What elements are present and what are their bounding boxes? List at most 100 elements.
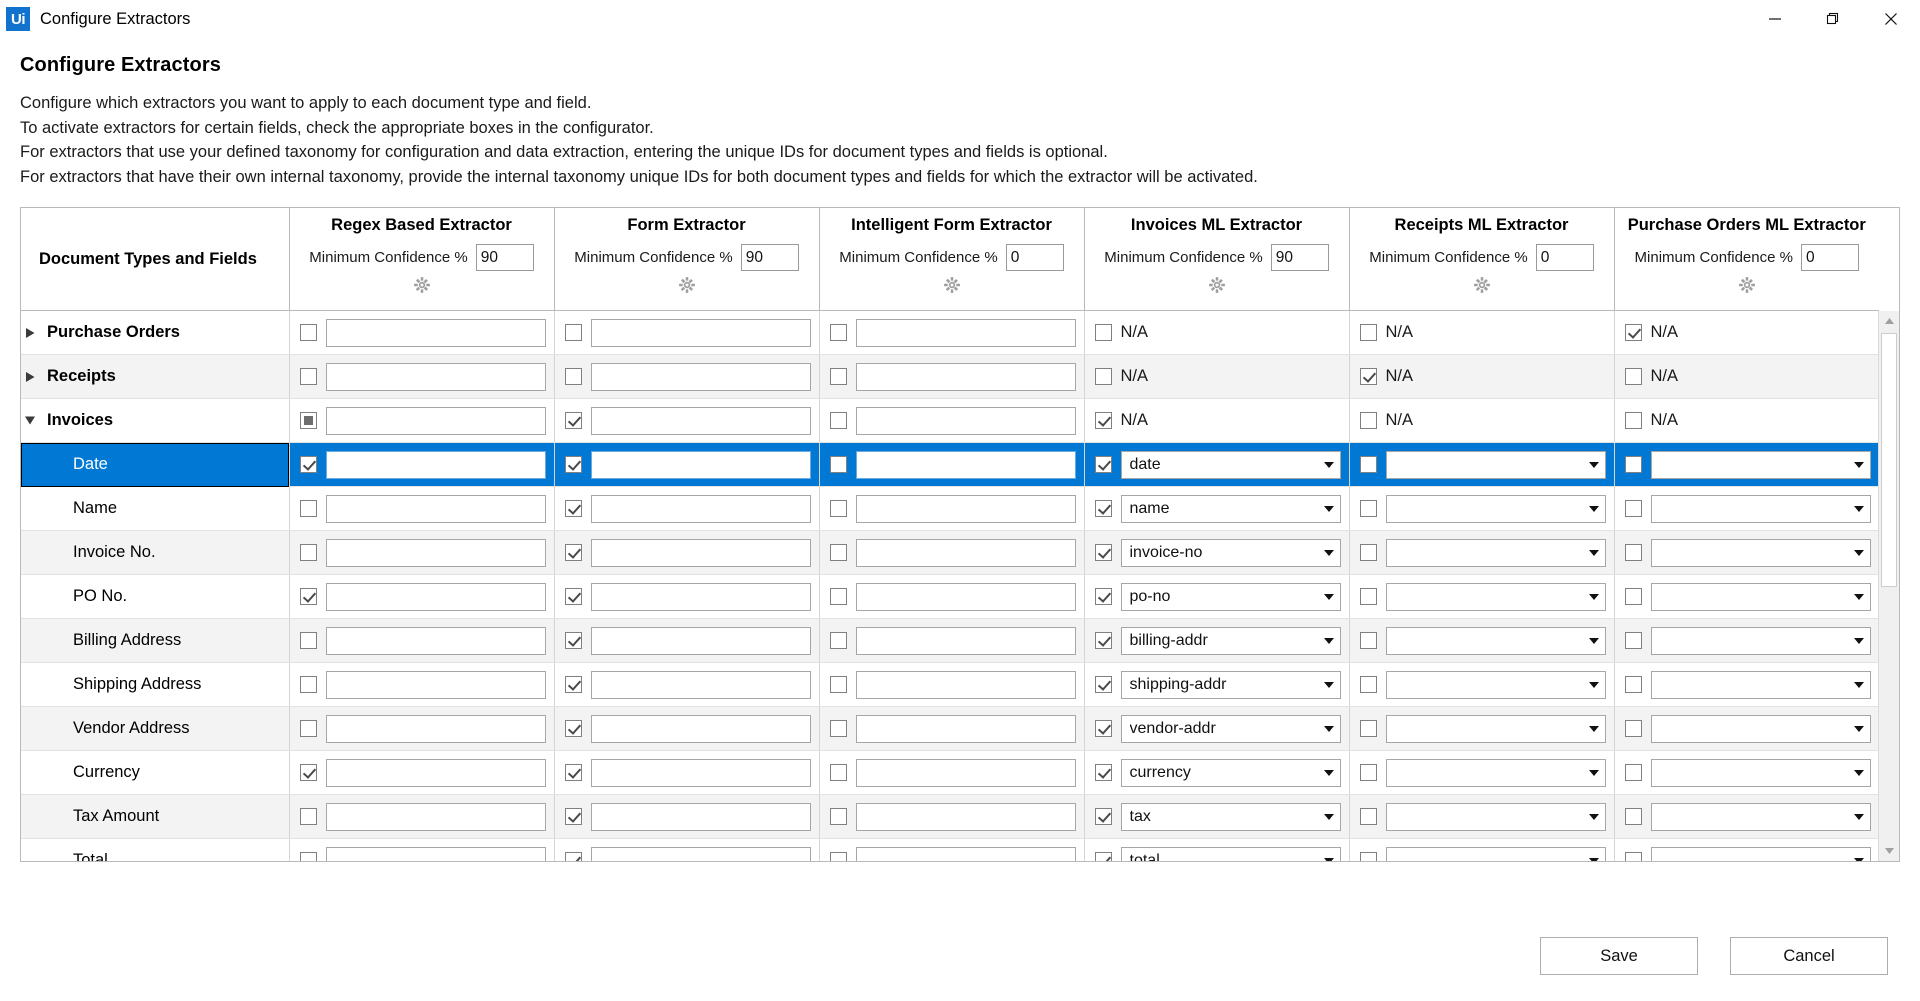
- extractor-checkbox[interactable]: [564, 588, 582, 605]
- unique-id-input[interactable]: [325, 582, 546, 611]
- extractor-cell[interactable]: [819, 794, 1085, 839]
- unique-id-input[interactable]: [325, 626, 546, 655]
- taxonomy-id-dropdown[interactable]: [1385, 714, 1606, 743]
- tree-node-cell[interactable]: Receipts: [21, 354, 290, 399]
- extractor-cell[interactable]: invoice-no: [1084, 530, 1350, 575]
- extractor-cell[interactable]: [289, 354, 555, 399]
- unique-id-input[interactable]: [325, 406, 546, 435]
- unique-id-input[interactable]: [855, 802, 1076, 831]
- extractor-checkbox[interactable]: [829, 324, 847, 341]
- extractor-checkbox[interactable]: [1094, 412, 1112, 429]
- extractor-checkbox[interactable]: [829, 588, 847, 605]
- column-settings-button[interactable]: [1350, 276, 1614, 294]
- extractor-cell[interactable]: [554, 618, 820, 663]
- extractor-checkbox[interactable]: [299, 588, 317, 605]
- unique-id-input[interactable]: [855, 362, 1076, 391]
- table-row[interactable]: Date date: [21, 442, 1879, 487]
- extractor-cell[interactable]: [1349, 750, 1615, 795]
- extractor-checkbox[interactable]: [829, 456, 847, 473]
- taxonomy-id-dropdown[interactable]: [1385, 670, 1606, 699]
- unique-id-input[interactable]: [590, 758, 811, 787]
- extractor-checkbox[interactable]: [1094, 500, 1112, 517]
- triangle-down-icon[interactable]: [21, 412, 39, 430]
- extractor-checkbox[interactable]: [564, 324, 582, 341]
- extractor-cell[interactable]: [289, 530, 555, 575]
- extractor-cell[interactable]: N/A: [1084, 354, 1350, 399]
- extractor-cell[interactable]: [819, 750, 1085, 795]
- extractor-checkbox[interactable]: [1624, 852, 1642, 861]
- minimum-confidence-input[interactable]: [740, 244, 799, 271]
- taxonomy-id-dropdown[interactable]: [1650, 846, 1871, 861]
- taxonomy-id-dropdown[interactable]: [1385, 582, 1606, 611]
- unique-id-input[interactable]: [590, 582, 811, 611]
- table-row[interactable]: PO No. po-no: [21, 574, 1879, 619]
- extractor-checkbox[interactable]: [564, 720, 582, 737]
- scrollbar-up-button[interactable]: [1879, 311, 1899, 331]
- column-settings-button[interactable]: [820, 276, 1084, 294]
- extractor-cell[interactable]: total: [1084, 838, 1350, 861]
- taxonomy-id-dropdown[interactable]: [1385, 802, 1606, 831]
- table-row[interactable]: Billing Address billing-addr: [21, 618, 1879, 663]
- extractor-cell[interactable]: [554, 398, 820, 443]
- extractor-checkbox[interactable]: [1359, 588, 1377, 605]
- extractor-cell[interactable]: [289, 662, 555, 707]
- extractor-cell[interactable]: [554, 574, 820, 619]
- unique-id-input[interactable]: [855, 846, 1076, 861]
- unique-id-input[interactable]: [325, 538, 546, 567]
- scrollbar-down-button[interactable]: [1879, 841, 1899, 861]
- tree-node-cell[interactable]: Invoices: [21, 398, 290, 443]
- extractor-checkbox[interactable]: [564, 456, 582, 473]
- extractor-cell[interactable]: N/A: [1614, 311, 1879, 355]
- tree-node-cell[interactable]: Total: [21, 838, 290, 861]
- extractor-cell[interactable]: [554, 838, 820, 861]
- extractor-checkbox[interactable]: [1094, 720, 1112, 737]
- extractor-checkbox[interactable]: [299, 412, 317, 429]
- extractor-checkbox[interactable]: [564, 852, 582, 861]
- extractor-cell[interactable]: currency: [1084, 750, 1350, 795]
- taxonomy-id-dropdown[interactable]: total: [1120, 846, 1341, 861]
- extractor-checkbox[interactable]: [1359, 324, 1377, 341]
- table-row[interactable]: Vendor Address vendor-addr: [21, 706, 1879, 751]
- table-row[interactable]: Currency currency: [21, 750, 1879, 795]
- extractor-checkbox[interactable]: [299, 500, 317, 517]
- unique-id-input[interactable]: [325, 450, 546, 479]
- unique-id-input[interactable]: [590, 670, 811, 699]
- extractor-checkbox[interactable]: [1094, 764, 1112, 781]
- extractor-cell[interactable]: [1349, 530, 1615, 575]
- taxonomy-id-dropdown[interactable]: name: [1120, 494, 1341, 523]
- extractor-cell[interactable]: [289, 398, 555, 443]
- taxonomy-id-dropdown[interactable]: shipping-addr: [1120, 670, 1341, 699]
- extractor-cell[interactable]: [554, 794, 820, 839]
- extractor-checkbox[interactable]: [299, 368, 317, 385]
- extractor-cell[interactable]: [819, 574, 1085, 619]
- extractor-cell[interactable]: [1349, 838, 1615, 861]
- extractor-cell[interactable]: [289, 311, 555, 355]
- unique-id-input[interactable]: [590, 450, 811, 479]
- extractor-checkbox[interactable]: [829, 808, 847, 825]
- extractor-checkbox[interactable]: [1094, 676, 1112, 693]
- extractor-checkbox[interactable]: [1624, 720, 1642, 737]
- extractor-cell[interactable]: [1349, 794, 1615, 839]
- unique-id-input[interactable]: [590, 626, 811, 655]
- taxonomy-id-dropdown[interactable]: po-no: [1120, 582, 1341, 611]
- scrollbar-thumb[interactable]: [1881, 333, 1897, 587]
- table-row[interactable]: Name name: [21, 486, 1879, 531]
- column-settings-button[interactable]: [290, 276, 554, 294]
- extractor-checkbox[interactable]: [1359, 808, 1377, 825]
- unique-id-input[interactable]: [325, 318, 546, 347]
- taxonomy-id-dropdown[interactable]: [1650, 714, 1871, 743]
- scrollbar-track[interactable]: [1879, 331, 1899, 841]
- extractor-cell[interactable]: [1614, 750, 1879, 795]
- taxonomy-id-dropdown[interactable]: [1650, 582, 1871, 611]
- taxonomy-id-dropdown[interactable]: [1385, 450, 1606, 479]
- extractor-cell[interactable]: [1614, 794, 1879, 839]
- extractor-checkbox[interactable]: [564, 368, 582, 385]
- table-row[interactable]: Shipping Address shipping-addr: [21, 662, 1879, 707]
- extractor-checkbox[interactable]: [1359, 632, 1377, 649]
- extractor-checkbox[interactable]: [1624, 676, 1642, 693]
- table-row[interactable]: Total total: [21, 838, 1879, 861]
- taxonomy-id-dropdown[interactable]: billing-addr: [1120, 626, 1341, 655]
- unique-id-input[interactable]: [325, 846, 546, 861]
- unique-id-input[interactable]: [855, 582, 1076, 611]
- extractor-cell[interactable]: [289, 618, 555, 663]
